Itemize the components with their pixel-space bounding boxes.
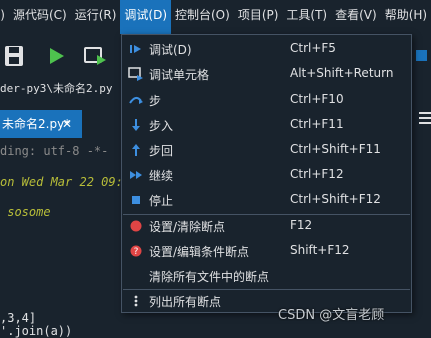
conditional-breakpoint-icon: ?: [130, 245, 142, 257]
menu-tools[interactable]: 工具(T): [282, 0, 331, 34]
code-line: '.join(a)): [0, 324, 73, 338]
menu-item-step-into[interactable]: 步入 Ctrl+F11: [122, 114, 411, 136]
menu-item-label: 列出所有断点: [149, 295, 222, 309]
menu-item-label: 停止: [149, 194, 174, 208]
run-cell-icon: [84, 47, 106, 65]
save-icon: [5, 46, 23, 66]
menu-item-label: 清除所有文件中的断点: [149, 270, 270, 284]
menu-run[interactable]: 运行(R): [71, 0, 121, 34]
menu-item-label: 步回: [149, 144, 174, 158]
file-path-label: der-py3\未命名2.py: [0, 82, 113, 95]
menu-item-step[interactable]: 步 Ctrl+F10: [122, 89, 411, 111]
menu-item-shortcut: Alt+Shift+Return: [290, 66, 394, 80]
code-line: ding: utf-8 -*-: [0, 144, 109, 158]
hamburger-menu-icon[interactable]: [419, 112, 431, 126]
menu-item-step-return[interactable]: 步回 Ctrl+Shift+F11: [122, 139, 411, 161]
debug-cell-icon: [128, 67, 143, 81]
watermark: CSDN @文盲老顾: [278, 308, 385, 323]
menu-item-toggle-breakpoint[interactable]: 设置/清除断点 F12: [122, 215, 411, 237]
code-line: on Wed Mar 22 09:2: [0, 175, 131, 189]
menu-item-label: 继续: [149, 169, 174, 183]
breakpoint-icon: [130, 220, 142, 232]
menu-item-debug[interactable]: 调试(D) Ctrl+F5: [122, 38, 411, 60]
menu-console[interactable]: 控制台(O): [171, 0, 234, 34]
menu-help[interactable]: 帮助(H): [381, 0, 431, 34]
list-icon: [134, 295, 138, 307]
menu-debug[interactable]: 调试(D): [120, 0, 171, 34]
menu-view[interactable]: 查看(V): [331, 0, 381, 34]
svg-text:?: ?: [134, 247, 139, 257]
debug-menu-dropdown: 调试(D) Ctrl+F5 调试单元格 Alt+Shift+Return 步 C…: [121, 34, 412, 313]
stop-icon: [132, 196, 140, 204]
menu-item-debug-cell[interactable]: 调试单元格 Alt+Shift+Return: [122, 63, 411, 85]
menu-item-label: 设置/编辑条件断点: [149, 245, 250, 259]
menu-item-shortcut: Shift+F12: [290, 243, 350, 257]
step-return-icon: [132, 144, 140, 156]
menu-item-label: 调试单元格: [149, 68, 210, 82]
menu-item-shortcut: Ctrl+F11: [290, 117, 344, 131]
menu-item-shortcut: Ctrl+F10: [290, 92, 344, 106]
menu-item-shortcut: F12: [290, 218, 313, 232]
editor-tab[interactable]: 未命名2.py* ✕: [0, 110, 82, 138]
menu-item-stop[interactable]: 停止 Ctrl+Shift+F12: [122, 189, 411, 211]
menu-item-shortcut: Ctrl+F12: [290, 167, 344, 181]
save-button[interactable]: [2, 44, 28, 68]
code-line: sosome: [0, 205, 51, 219]
menu-item-shortcut: Ctrl+Shift+F12: [290, 192, 381, 206]
menu-item-clear-all-breakpoints[interactable]: 清除所有文件中的断点: [122, 265, 411, 287]
menu-item-conditional-breakpoint[interactable]: ? 设置/编辑条件断点 Shift+F12: [122, 240, 411, 262]
run-button[interactable]: [44, 44, 70, 68]
menu-item-label: 调试(D): [149, 43, 192, 57]
toolbar-indicator: [416, 50, 427, 61]
run-icon: [50, 48, 64, 64]
run-cell-button[interactable]: [82, 44, 108, 68]
code-line: ,3,4]: [0, 311, 37, 325]
menu-item-label: 步: [149, 94, 162, 108]
debug-icon: [130, 45, 141, 53]
menu-item-shortcut: Ctrl+Shift+F11: [290, 142, 381, 156]
step-into-icon: [132, 119, 140, 131]
menu-project[interactable]: 项目(P): [234, 0, 283, 34]
continue-icon: [130, 171, 142, 179]
menu-source[interactable]: 源代码(C): [9, 0, 71, 34]
menu-item-label: 设置/清除断点: [149, 220, 226, 234]
menubar: s) 源代码(C) 运行(R) 调试(D) 控制台(O) 项目(P) 工具(T)…: [0, 0, 431, 34]
step-icon: [129, 97, 143, 104]
menu-item-continue[interactable]: 继续 Ctrl+F12: [122, 164, 411, 186]
menu-item-shortcut: Ctrl+F5: [290, 41, 336, 55]
close-icon[interactable]: ✕: [62, 110, 72, 138]
menu-item-label: 步入: [149, 119, 174, 133]
editor-tab-label: 未命名2.py*: [2, 117, 71, 131]
menu-file[interactable]: s): [0, 0, 9, 34]
